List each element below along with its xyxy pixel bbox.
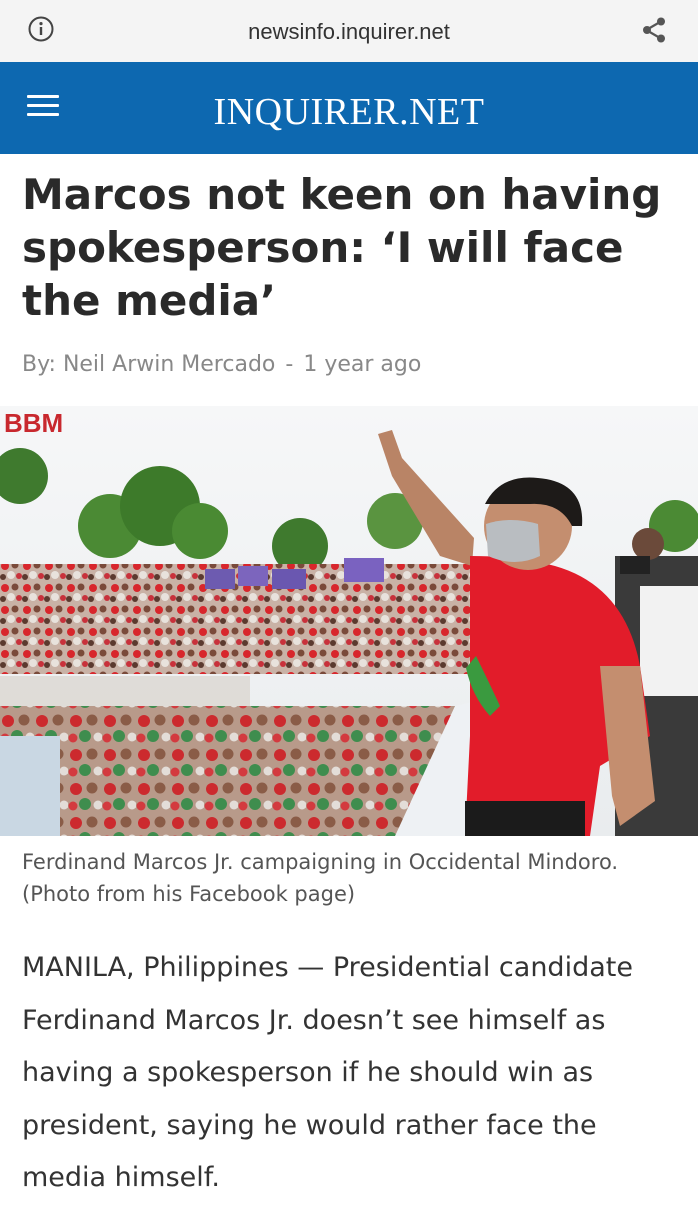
site-logo[interactable]: INQUIRER.NET: [0, 90, 698, 134]
share-icon[interactable]: [639, 15, 669, 45]
url-text[interactable]: newsinfo.inquirer.net: [0, 19, 698, 45]
photo-caption: Ferdinand Marcos Jr. campaigning in Occi…: [22, 850, 619, 906]
article-photo: BBM: [0, 406, 698, 836]
article-byline: By: Neil Arwin Mercado - 1 year ago: [22, 352, 421, 377]
author-name[interactable]: Neil Arwin Mercado: [63, 352, 275, 377]
bbm-banner-text: BBM: [4, 408, 63, 438]
publish-time: 1 year ago: [303, 352, 422, 377]
article-body-paragraph: MANILA, Philippines — Presidential candi…: [22, 952, 633, 1193]
byline-separator: -: [285, 352, 294, 377]
browser-address-bar: newsinfo.inquirer.net: [0, 0, 698, 62]
byline-prefix: By:: [22, 352, 56, 377]
site-header: INQUIRER.NET: [0, 62, 698, 154]
article-headline: Marcos not keen on having spokesperson: …: [22, 170, 662, 325]
